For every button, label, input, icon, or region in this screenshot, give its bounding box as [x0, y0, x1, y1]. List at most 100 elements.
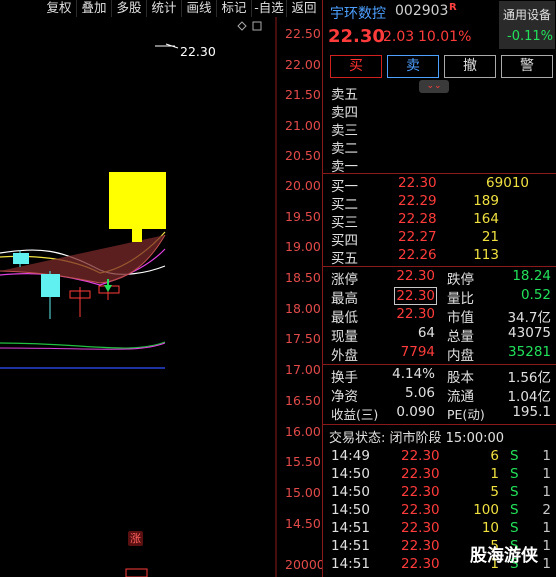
- stat-value: 22.30: [396, 306, 435, 322]
- sell-level: 卖四: [323, 101, 556, 121]
- axis-tick: 15.00: [285, 485, 321, 500]
- alert-button[interactable]: 警: [501, 55, 553, 78]
- chart-toolbar: 复权 叠加 多股 统计 画线 标记 -自选 返回: [0, 0, 322, 17]
- sell-level-label: 卖一: [331, 159, 358, 175]
- cancel-order-button[interactable]: 撤: [444, 55, 496, 78]
- stat-row: 最高 22.30 量比 0.52: [323, 287, 556, 307]
- stat-value: 43075: [508, 325, 551, 341]
- tick-count: 1: [542, 556, 551, 572]
- stock-name[interactable]: 宇环数控: [330, 3, 386, 23]
- stat-value: 35281: [508, 344, 551, 360]
- kline-chart[interactable]: 22.50 22.00 21.50 21.00 20.50 20.00 19.5…: [0, 17, 325, 577]
- buy-level-price: 22.27: [398, 229, 437, 245]
- tick-time: 14:51: [331, 520, 370, 536]
- sector-box[interactable]: 通用设备 -0.11%: [499, 1, 555, 49]
- quote-panel: 宇环数控 002903 R 通用设备 -0.11% 22.30 2.03 10.…: [322, 0, 556, 577]
- axis-tick: 14.50: [285, 516, 321, 531]
- sell-level: 卖五: [323, 83, 556, 103]
- tick-row: 14:51 22.30 10 S 1: [323, 520, 556, 538]
- back-button[interactable]: 返回: [287, 0, 321, 17]
- buy-level-volume: 69010: [486, 175, 529, 191]
- buy-level-label: 买五: [331, 251, 358, 267]
- stat-value: 4.14%: [392, 366, 435, 382]
- tick-time: 14:50: [331, 502, 370, 518]
- diamond-icon: [237, 21, 247, 31]
- stat-label: 涨停: [331, 272, 358, 288]
- buy-level-price: 22.29: [398, 193, 437, 209]
- axis-tick: 18.00: [285, 301, 321, 316]
- stat-label: 总量: [447, 329, 474, 345]
- axis-tick: 20.00: [285, 178, 321, 193]
- axis-tick: 19.00: [285, 239, 321, 254]
- buy-level-label: 买二: [331, 197, 358, 213]
- tick-price: 22.30: [401, 520, 440, 536]
- tick-price: 22.30: [401, 538, 440, 554]
- sell-level: 卖三: [323, 119, 556, 139]
- sector-name: 通用设备: [503, 8, 552, 22]
- axis-tick: 18.50: [285, 270, 321, 285]
- stat-label: 量比: [447, 291, 474, 307]
- stat-value: 64: [417, 325, 435, 341]
- buy-button[interactable]: 买: [330, 55, 382, 78]
- mark-button[interactable]: 标记: [217, 0, 252, 17]
- stat-label: PE(动): [447, 407, 485, 422]
- buy-level-volume: 21: [481, 229, 499, 245]
- tick-time: 14:50: [331, 466, 370, 482]
- buy-level-label: 买一: [331, 179, 358, 195]
- remove-watchlist-button[interactable]: -自选: [252, 0, 287, 17]
- stat-label: 流通: [447, 389, 474, 405]
- fuquan-button[interactable]: 复权: [42, 0, 77, 17]
- price-change-pct: 10.01%: [418, 29, 472, 45]
- sell-level-label: 卖四: [331, 105, 358, 121]
- stat-label: 最低: [331, 310, 358, 326]
- buy-level-price: 22.30: [398, 175, 437, 191]
- sell-level-label: 卖二: [331, 141, 358, 157]
- tick-price: 22.30: [401, 502, 440, 518]
- tick-row: 14:50 22.30 1 S 1: [323, 466, 556, 484]
- limit-up-marker: 涨: [128, 531, 143, 546]
- tick-side: S: [510, 484, 519, 500]
- stat-label: 外盘: [331, 348, 358, 364]
- stat-row: 外盘 7794 内盘 35281: [323, 344, 556, 364]
- tick-count: 1: [542, 520, 551, 536]
- stat-label: 内盘: [447, 348, 474, 364]
- tick-volume: 1: [490, 466, 499, 482]
- tick-count: 1: [542, 466, 551, 482]
- tick-side: S: [510, 502, 519, 518]
- candle: [41, 274, 60, 297]
- stats-button[interactable]: 统计: [147, 0, 182, 17]
- last-price: 22.30: [328, 26, 385, 47]
- tick-row: 14:49 22.30 6 S 1: [323, 448, 556, 466]
- sell-level: 卖一: [323, 155, 556, 175]
- stat-row: 换手 4.14% 股本 1.56亿: [323, 366, 556, 386]
- tick-price: 22.30: [401, 448, 440, 464]
- tick-time: 14:49: [331, 448, 370, 464]
- axis-tick: 20.50: [285, 148, 321, 163]
- sell-button[interactable]: 卖: [387, 55, 439, 78]
- buy-level-volume: 164: [473, 211, 499, 227]
- multi-stock-button[interactable]: 多股: [112, 0, 147, 17]
- draw-line-button[interactable]: 画线: [182, 0, 217, 17]
- tick-price: 22.30: [401, 466, 440, 482]
- volume-axis-tick: 20000: [285, 557, 325, 572]
- buy-level-label: 买四: [331, 233, 358, 249]
- tick-side: S: [510, 520, 519, 536]
- tick-volume: 100: [473, 502, 499, 518]
- buy-level: 买一 22.30 69010: [323, 175, 556, 195]
- buy-level: 买五 22.26 113: [323, 247, 556, 267]
- price-change: 2.03: [383, 29, 415, 45]
- tick-count: 2: [542, 502, 551, 518]
- stat-value: 0.52: [520, 287, 551, 303]
- high-price-label: 22.30: [180, 44, 216, 59]
- axis-tick: 15.50: [285, 454, 321, 469]
- buy-level-price: 22.26: [398, 247, 437, 263]
- buy-level-price: 22.28: [398, 211, 437, 227]
- stock-code: 002903: [395, 3, 449, 19]
- overlay-button[interactable]: 叠加: [77, 0, 112, 17]
- stat-value: 7794: [400, 344, 435, 360]
- candle: [13, 253, 29, 264]
- tick-count: 1: [542, 448, 551, 464]
- tick-volume: 10: [481, 520, 499, 536]
- axis-tick: 17.50: [285, 331, 321, 346]
- tick-volume: 5: [490, 484, 499, 500]
